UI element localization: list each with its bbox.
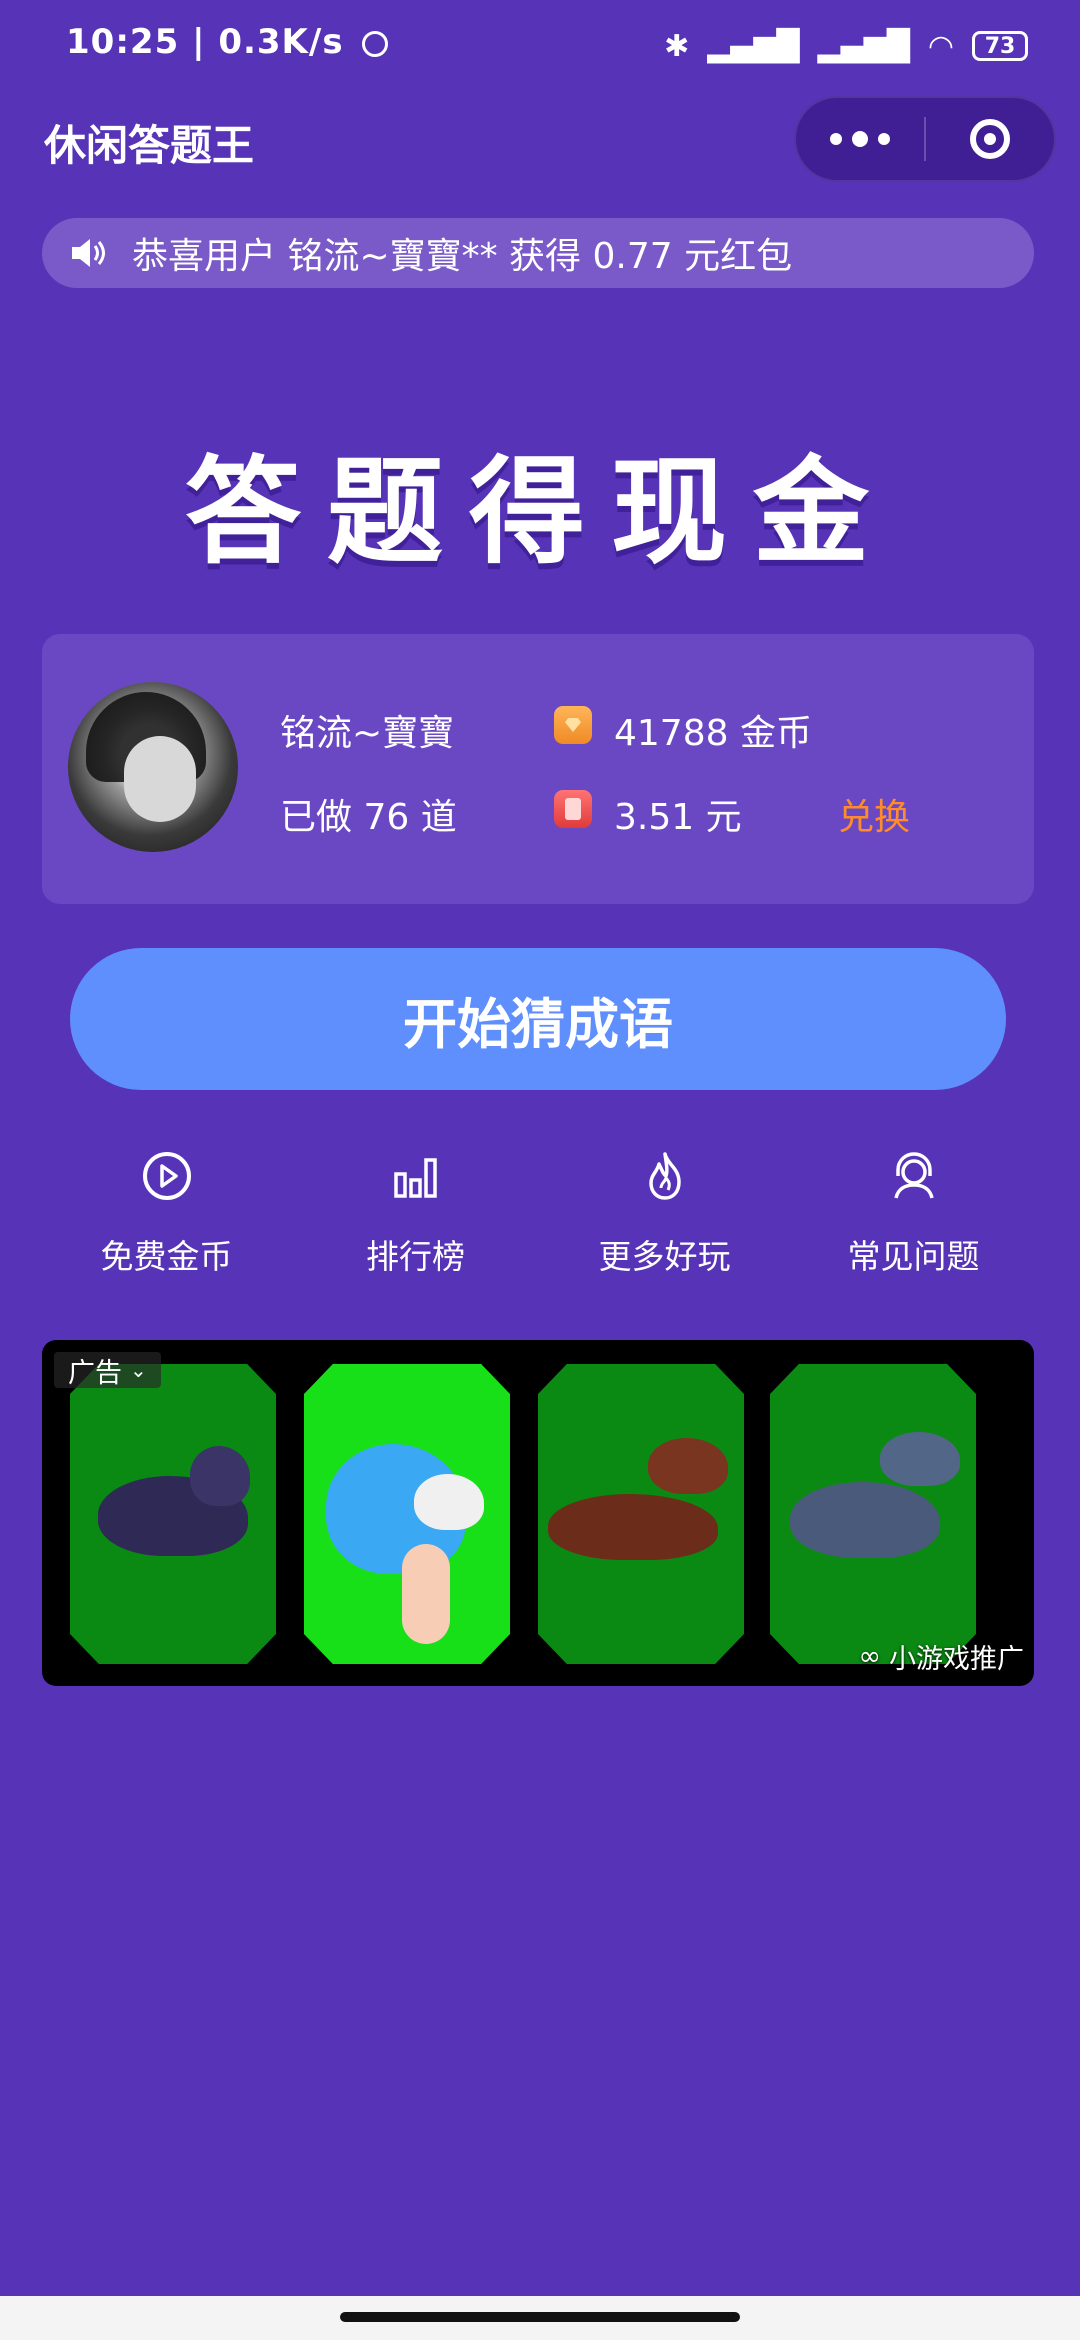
signal-icon-2: ▂▄▆█: [817, 28, 910, 64]
close-button[interactable]: [926, 98, 1054, 180]
pointing-hand-image: [402, 1544, 450, 1644]
ad-tag[interactable]: 广告 ⌄: [54, 1352, 161, 1389]
action-leaderboard[interactable]: 排行榜: [291, 1148, 540, 1288]
ad-panel: [770, 1364, 976, 1664]
bluetooth-icon: ✱: [664, 28, 690, 64]
more-dot-right: [878, 133, 890, 145]
speaker-icon: [72, 239, 105, 267]
ad-source: ∞ 小游戏推广: [859, 1637, 1025, 1676]
action-label: 更多好玩: [598, 1237, 731, 1276]
target-icon: [970, 119, 1010, 159]
coin-icon: [554, 706, 592, 744]
hero-title: 答题得现金: [185, 445, 895, 580]
username: 铭流~寶寶: [280, 713, 455, 754]
more-dots-icon: [830, 133, 842, 145]
mini-program-capsule: [794, 96, 1056, 182]
avatar-face: [124, 736, 196, 822]
action-more-fun[interactable]: 更多好玩: [540, 1148, 789, 1288]
dinosaur-image: [548, 1494, 718, 1560]
dinosaur-image: [790, 1482, 940, 1558]
network-speed: 0.3K/s: [218, 22, 344, 62]
more-dot-center: [852, 131, 868, 147]
support-agent-icon: [893, 1152, 934, 1199]
dinosaur-head-image: [880, 1432, 960, 1486]
battery-icon: 73: [972, 31, 1028, 61]
profile-card: 铭流~寶寶 已做 76 道 41788 金币 3.51 元 兑换: [42, 634, 1034, 904]
cash-balance: 3.51 元: [614, 797, 742, 838]
ad-source-label: 小游戏推广: [889, 1644, 1024, 1675]
wifi-icon: ◠: [927, 28, 954, 64]
action-free-coins[interactable]: 免费金币: [42, 1148, 291, 1288]
signal-icon: ▂▄▆█: [707, 28, 800, 64]
avatar: [68, 682, 238, 852]
exchange-link[interactable]: 兑换: [838, 788, 910, 840]
home-indicator[interactable]: [340, 2312, 740, 2322]
ad-banner[interactable]: 广告 ⌄ ∞ 小游戏推广: [42, 1340, 1034, 1686]
action-label: 常见问题: [847, 1237, 980, 1276]
status-icons: ✱ ▂▄▆█ ▂▄▆█ ◠ 73: [664, 24, 1028, 68]
play-circle-icon: [142, 1152, 191, 1200]
notice-text: 恭喜用户 铭流~寶寶** 获得 0.77 元红包: [132, 236, 793, 277]
cash-icon: [554, 790, 592, 828]
bar-chart-icon: [393, 1158, 437, 1198]
start-quiz-button[interactable]: 开始猜成语: [70, 948, 1006, 1090]
ad-panel: [70, 1364, 276, 1664]
ad-panel: [538, 1364, 744, 1664]
ad-panel-highlighted: [304, 1364, 510, 1664]
app-title: 休闲答题王: [44, 121, 255, 170]
alarm-icon: [362, 31, 389, 57]
winner-notice-bar: 恭喜用户 铭流~寶寶** 获得 0.77 元红包: [42, 218, 1034, 288]
status-time: 10:25 | 0.3K/s: [66, 22, 389, 62]
action-faq[interactable]: 常见问题: [789, 1148, 1038, 1288]
answered-count: 已做 76 道: [280, 797, 457, 838]
action-label: 排行榜: [366, 1237, 465, 1276]
ad-tag-label: 广告: [68, 1357, 122, 1389]
status-bar: 10:25 | 0.3K/s ✱ ▂▄▆█ ▂▄▆█ ◠ 73: [0, 0, 1080, 90]
link-icon: ∞: [858, 1641, 882, 1672]
coin-balance: 41788 金币: [614, 713, 812, 754]
chevron-down-icon: ⌄: [130, 1358, 147, 1382]
more-button[interactable]: [796, 98, 924, 180]
dinosaur-face-image: [414, 1474, 484, 1530]
flame-icon: [648, 1152, 681, 1200]
dinosaur-head-image: [190, 1446, 250, 1506]
action-label: 免费金币: [100, 1237, 233, 1276]
quick-actions: 免费金币 排行榜 更多好玩 常见问题: [42, 1148, 1038, 1288]
dinosaur-head-image: [648, 1438, 728, 1494]
